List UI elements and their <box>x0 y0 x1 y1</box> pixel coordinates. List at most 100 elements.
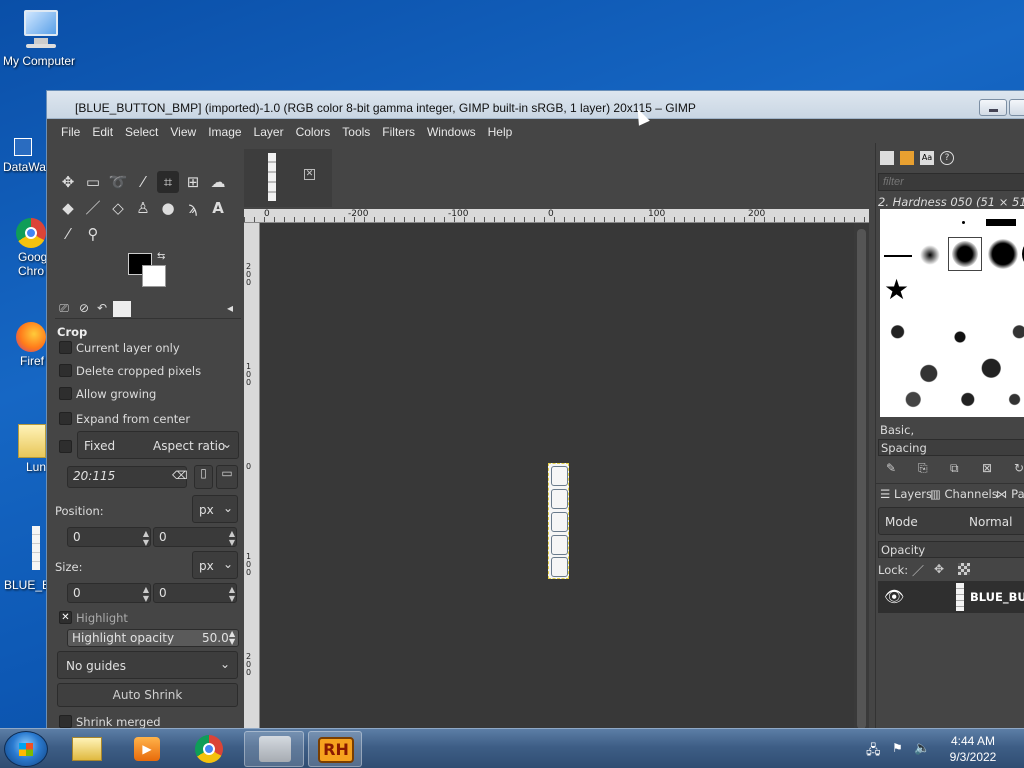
new-brush-icon[interactable]: ⎘ <box>918 461 928 476</box>
shrink-merged-checkbox[interactable] <box>59 715 72 728</box>
position-x-spinner-icon[interactable]: ▲ ▼ <box>141 529 151 547</box>
star-brush-icon[interactable]: ★ <box>884 275 909 305</box>
auto-shrink-button[interactable]: Auto Shrink <box>57 683 238 707</box>
desktop-icon-lun[interactable]: Lun <box>0 424 46 474</box>
position-y-spinner-icon[interactable]: ▲ ▼ <box>227 529 237 547</box>
size-unit-combo[interactable]: px ⌄ <box>192 551 238 579</box>
edit-brush-icon[interactable]: ✎ <box>886 461 896 475</box>
taskbar-gimp[interactable] <box>244 731 304 767</box>
brush-filter-input[interactable] <box>878 173 1024 191</box>
taskbar-rh[interactable]: RH <box>308 731 362 767</box>
delete-brush-icon[interactable]: ⊠ <box>982 461 992 475</box>
clear-icon[interactable]: ⌫ <box>172 469 188 482</box>
desktop-icon-firefox[interactable]: Firef <box>0 322 46 368</box>
desktop-icon-chrome[interactable]: Goog Chro <box>0 218 47 278</box>
highlight-opacity-spinner-icon[interactable]: ▲ ▼ <box>229 630 235 646</box>
fixed-aspect-combo[interactable]: Fixed Aspect ratio ⌄ <box>77 431 239 459</box>
menu-help[interactable]: Help <box>482 123 519 143</box>
clone-icon[interactable]: ♙ <box>132 197 154 219</box>
scrollbar-thumb[interactable] <box>857 229 866 729</box>
move-icon[interactable]: ✥ <box>57 171 79 193</box>
lock-position-icon[interactable]: ✥ <box>934 562 944 576</box>
lasso-icon[interactable]: ➰ <box>107 171 129 193</box>
background-color[interactable] <box>142 265 166 287</box>
tab-paths[interactable]: ⋈ Pat <box>996 487 1024 501</box>
brush-item[interactable] <box>962 221 965 224</box>
taskbar-chrome[interactable] <box>182 731 236 767</box>
tab-device-status[interactable]: ⊘ <box>75 301 93 317</box>
menu-image[interactable]: Image <box>202 123 247 143</box>
image-canvas[interactable] <box>260 223 854 731</box>
image-thumbnail[interactable] <box>268 153 276 201</box>
paintbrush-icon[interactable]: ／ <box>82 197 104 219</box>
swap-colors-icon[interactable]: ⇆ <box>157 251 165 262</box>
desktop-icon-my-computer[interactable]: My Computer <box>0 8 78 68</box>
minimize-button[interactable] <box>979 99 1007 116</box>
action-center-icon[interactable]: ⚑ <box>892 741 903 755</box>
menu-filters[interactable]: Filters <box>376 123 421 143</box>
network-icon[interactable]: 🖧 <box>866 741 881 763</box>
menu-view[interactable]: View <box>164 123 202 143</box>
taskbar-media-player[interactable]: ▶ <box>120 731 174 767</box>
menu-windows[interactable]: Windows <box>421 123 482 143</box>
highlight-checkbox[interactable]: ✕ <box>59 611 72 624</box>
brush-item[interactable] <box>986 219 1016 226</box>
highlight-opacity-slider[interactable]: Highlight opacity 50.0 ▲ ▼ <box>67 629 239 647</box>
size-w-spinner-icon[interactable]: ▲ ▼ <box>141 585 151 603</box>
position-y-input[interactable]: 0 <box>153 527 237 547</box>
brush-item-selected[interactable] <box>948 237 982 271</box>
eraser-icon[interactable]: ◇ <box>107 197 129 219</box>
menu-colors[interactable]: Colors <box>290 123 337 143</box>
visibility-eye-icon[interactable]: 👁 <box>884 587 904 606</box>
spacing-slider[interactable]: Spacing <box>878 439 1024 456</box>
allow-growing-checkbox[interactable] <box>59 387 72 400</box>
color-picker-icon[interactable]: ⁄ <box>57 223 79 245</box>
unified-transform-icon[interactable]: ⊞ <box>182 171 204 193</box>
expand-center-checkbox[interactable] <box>59 412 72 425</box>
menu-file[interactable]: File <box>55 123 86 143</box>
taskbar-explorer[interactable] <box>60 731 114 767</box>
delete-cropped-checkbox[interactable] <box>59 364 72 377</box>
position-unit-combo[interactable]: px ⌄ <box>192 495 238 523</box>
tab-images[interactable] <box>113 301 131 317</box>
menu-select[interactable]: Select <box>119 123 164 143</box>
rect-select-icon[interactable]: ▭ <box>82 171 104 193</box>
volume-icon[interactable]: 🔈 <box>914 741 930 756</box>
warp-icon[interactable]: ☁ <box>207 171 229 193</box>
panel-menu-icon[interactable]: ◂ <box>221 301 239 317</box>
menu-edit[interactable]: Edit <box>86 123 119 143</box>
layer-mode-combo[interactable]: Mode Normal ⌄ <box>878 507 1024 535</box>
current-layer-only-checkbox[interactable] <box>59 341 72 354</box>
desktop-icon-datawa[interactable]: DataWa <box>0 138 46 174</box>
aspect-ratio-input[interactable]: 20:115 ⌫ <box>67 466 188 488</box>
system-clock[interactable]: 4:44 AM 9/3/2022 <box>938 733 1008 765</box>
fuzzy-select-icon[interactable]: ⁄ <box>132 171 154 193</box>
duplicate-brush-icon[interactable]: ⧉ <box>950 461 959 476</box>
menu-layer[interactable]: Layer <box>248 123 290 143</box>
start-button[interactable] <box>4 731 48 767</box>
brush-item[interactable] <box>920 245 940 265</box>
size-w-input[interactable]: 0 <box>67 583 151 603</box>
bucket-fill-icon[interactable]: ◆ <box>57 197 79 219</box>
lock-pixels-icon[interactable]: ／ <box>912 562 924 579</box>
vertical-scrollbar[interactable] <box>854 223 869 731</box>
desktop-icon-blue-button[interactable]: BLUE_B <box>0 526 50 592</box>
smudge-icon[interactable]: ● <box>157 197 179 219</box>
crop-icon[interactable]: ⌗ <box>157 171 179 193</box>
text-icon[interactable]: A <box>207 197 229 219</box>
layer-row[interactable]: 👁 BLUE_BUT <box>878 581 1024 613</box>
maximize-button[interactable] <box>1009 99 1024 116</box>
title-bar[interactable]: [BLUE_BUTTON_BMP] (imported)-1.0 (RGB co… <box>47 91 1024 119</box>
zoom-icon[interactable]: ⚲ <box>82 223 104 245</box>
tab-channels[interactable]: ▥ Channels <box>930 487 998 501</box>
guides-combo[interactable]: No guides ⌄ <box>57 651 238 679</box>
help-icon[interactable]: ? <box>940 151 954 165</box>
fonts-tab-icon[interactable]: Aa <box>920 151 934 165</box>
tab-layers[interactable]: ☰ Layers <box>880 487 932 501</box>
brush-grid[interactable]: ★ <box>880 209 1024 417</box>
tab-undo-history[interactable]: ↶ <box>93 301 111 317</box>
landscape-button[interactable]: ▭ <box>216 465 238 489</box>
fixed-checkbox[interactable] <box>59 440 72 453</box>
refresh-brushes-icon[interactable]: ↻ <box>1014 461 1024 475</box>
brush-item[interactable] <box>988 239 1018 269</box>
